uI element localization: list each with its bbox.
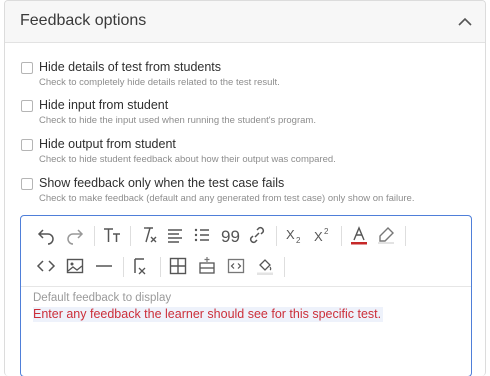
option-label: Hide details of test from students (39, 60, 222, 74)
option-description: Check to completely hide details related… (39, 77, 280, 88)
toolbar-row-2 (29, 253, 329, 281)
hide-input-checkbox[interactable] (21, 100, 33, 112)
option-hide-output: Hide output from student Check to hide s… (5, 137, 485, 173)
toolbar-divider (130, 226, 131, 246)
table-icon[interactable] (165, 253, 191, 279)
toolbar-divider (341, 226, 342, 246)
option-description: Check to hide student feedback about how… (39, 154, 336, 165)
fill-color-icon[interactable] (252, 253, 278, 279)
svg-text:99: 99 (221, 227, 240, 245)
editor-content[interactable]: Enter any feedback the learner should se… (33, 307, 384, 322)
toolbar-divider (123, 257, 124, 277)
option-show-on-failure: Show feedback only when the test case fa… (5, 176, 485, 212)
option-hide-details: Hide details of test from students Check… (5, 60, 485, 96)
option-label: Hide input from student (39, 98, 169, 112)
toolbar-divider-line (21, 286, 471, 287)
insert-row-icon[interactable] (194, 253, 220, 279)
option-hide-input: Hide input from student Check to hide th… (5, 98, 485, 134)
svg-text:X: X (314, 229, 323, 244)
redo-icon[interactable] (62, 222, 88, 248)
toolbar-divider (276, 226, 277, 246)
horizontal-rule-icon[interactable] (91, 253, 117, 279)
chevron-up-icon[interactable] (456, 13, 474, 31)
superscript-icon[interactable]: X2 (309, 222, 335, 248)
svg-text:2: 2 (296, 236, 301, 245)
quote-icon[interactable]: 99 (217, 222, 243, 248)
option-label: Show feedback only when the test case fa… (39, 176, 285, 190)
embed-code-icon[interactable] (223, 253, 249, 279)
subscript-icon[interactable]: X2 (281, 222, 307, 248)
link-icon[interactable] (244, 222, 270, 248)
toolbar-row-1: 99 X2 X2 (29, 222, 469, 250)
feedback-options-panel: Feedback options Hide details of test fr… (4, 0, 486, 376)
panel-header[interactable]: Feedback options (5, 1, 485, 43)
math-formula-icon[interactable] (128, 253, 154, 279)
svg-text:2: 2 (324, 227, 329, 236)
feedback-editor: 99 X2 X2 Default feedback to display Ent… (20, 215, 472, 376)
toolbar-divider (94, 226, 95, 246)
option-description: Check to hide the input used when runnin… (39, 115, 316, 126)
image-icon[interactable] (62, 253, 88, 279)
align-icon[interactable] (162, 222, 188, 248)
panel-title: Feedback options (20, 12, 147, 29)
option-description: Check to make feedback (default and any … (39, 193, 415, 204)
svg-text:X: X (286, 227, 295, 242)
font-size-icon[interactable] (99, 222, 125, 248)
toolbar-divider (160, 257, 161, 277)
toolbar-divider (284, 257, 285, 277)
clear-format-icon[interactable] (135, 222, 161, 248)
highlight-icon[interactable] (373, 222, 399, 248)
code-icon[interactable] (33, 253, 59, 279)
font-color-icon[interactable] (346, 222, 372, 248)
show-on-failure-checkbox[interactable] (21, 178, 33, 190)
option-label: Hide output from student (39, 137, 176, 151)
editor-label: Default feedback to display (33, 292, 172, 304)
bulleted-list-icon[interactable] (189, 222, 215, 248)
hide-details-checkbox[interactable] (21, 62, 33, 74)
hide-output-checkbox[interactable] (21, 139, 33, 151)
toolbar-divider (405, 226, 406, 246)
undo-icon[interactable] (33, 222, 59, 248)
